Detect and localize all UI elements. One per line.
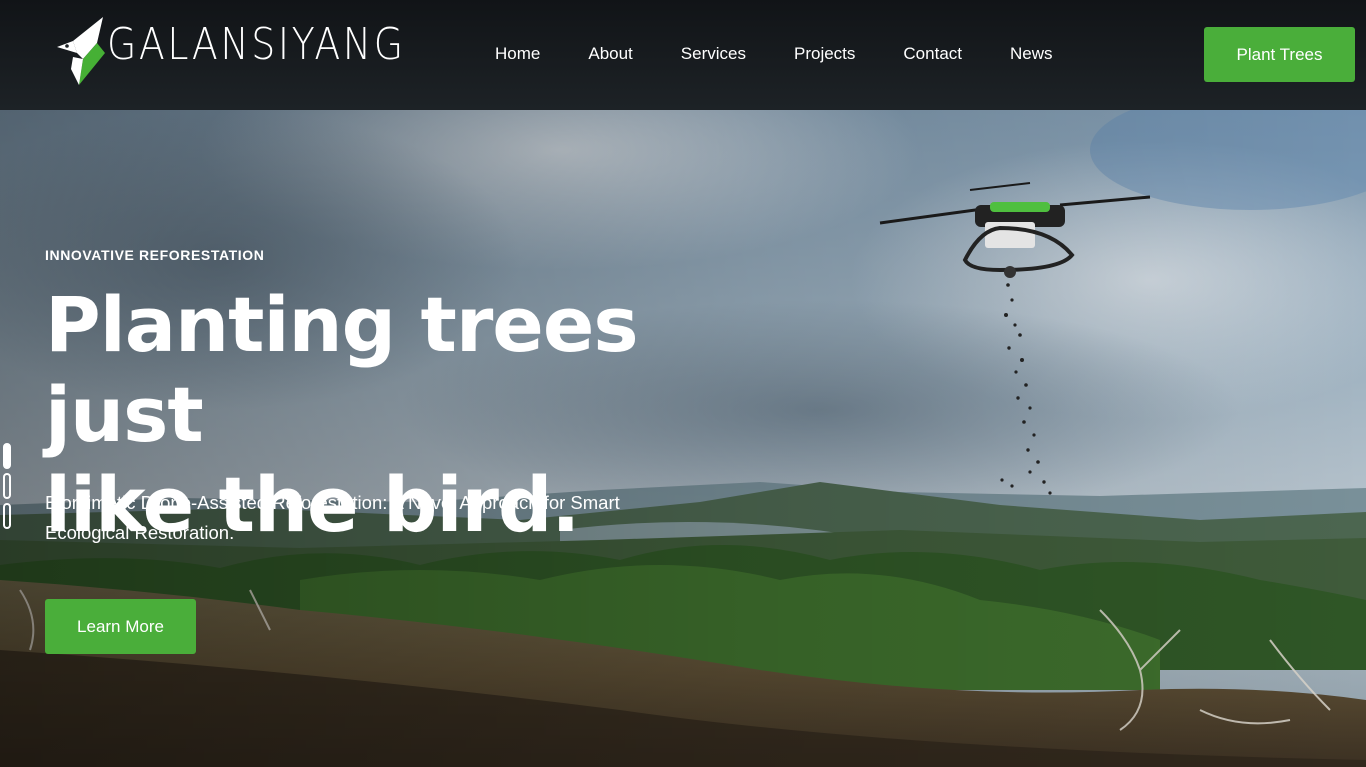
nav-home[interactable]: Home — [495, 42, 540, 66]
site-header: GALANSIYANG Home About Services Projects… — [0, 0, 1366, 110]
nav-contact[interactable]: Contact — [903, 42, 962, 66]
hero-section: INNOVATIVE REFORESTATION Planting trees … — [0, 110, 1366, 767]
hero-subtitle: Biomimetic Drone-Assisted Reforestation:… — [45, 492, 620, 543]
bird-logo-icon — [57, 17, 105, 85]
main-nav: Home About Services Projects Contact New… — [495, 42, 1101, 66]
nav-services[interactable]: Services — [681, 42, 746, 66]
hero-headline-line-1: Planting trees just — [45, 280, 639, 459]
page: GALANSIYANG Home About Services Projects… — [0, 0, 1366, 767]
hero-eyebrow: INNOVATIVE REFORESTATION — [45, 247, 265, 263]
plant-trees-button[interactable]: Plant Trees — [1204, 27, 1355, 82]
slider-dot-3[interactable] — [3, 503, 11, 529]
slider-dot-1[interactable] — [3, 443, 11, 469]
nav-news[interactable]: News — [1010, 42, 1053, 66]
logo[interactable]: GALANSIYANG — [55, 12, 454, 90]
slider-pagination — [3, 443, 11, 533]
learn-more-button[interactable]: Learn More — [45, 599, 196, 654]
nav-about[interactable]: About — [588, 42, 632, 66]
slider-dot-2[interactable] — [3, 473, 11, 499]
brand-name: GALANSIYANG — [107, 18, 406, 70]
nav-projects[interactable]: Projects — [794, 42, 855, 66]
